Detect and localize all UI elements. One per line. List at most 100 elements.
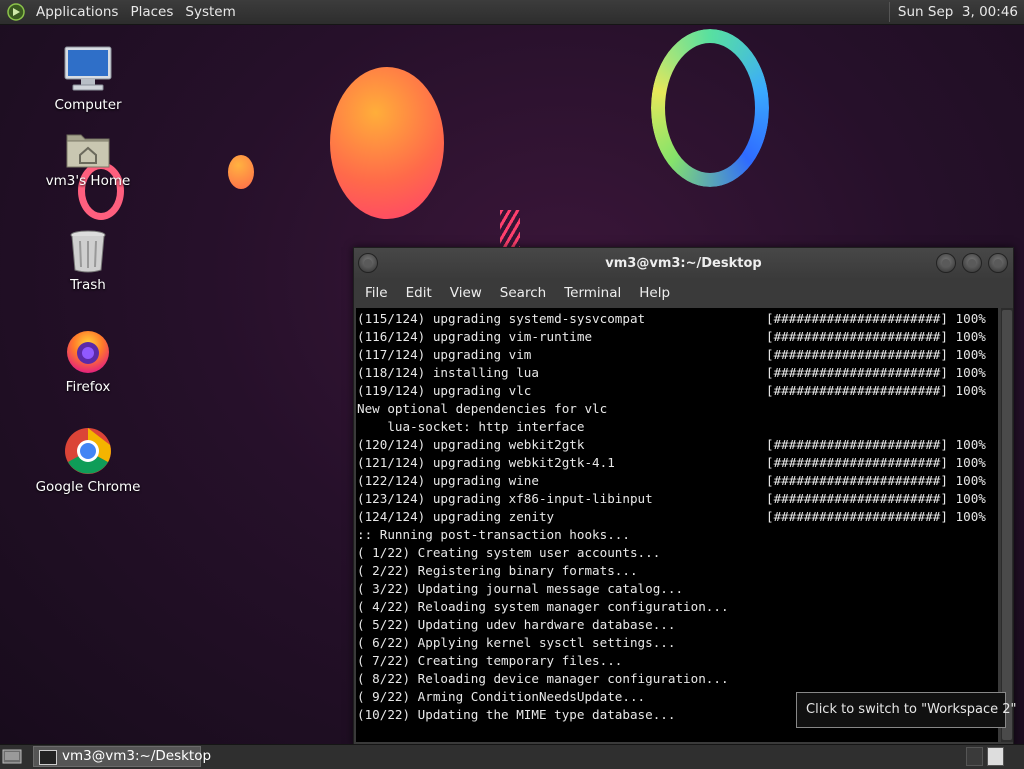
terminal-line-text: (10/22) Updating the MIME type database.…	[357, 707, 676, 722]
terminal-line-text: (118/124) installing lua	[357, 365, 539, 380]
wallpaper-orange-ellipse	[330, 67, 444, 219]
desktop-icon-computer[interactable]: Computer	[33, 45, 143, 113]
panel-separator	[888, 2, 890, 22]
terminal-line-progress: [######################] 100%	[766, 329, 986, 344]
menu-terminal[interactable]: Terminal	[555, 285, 630, 301]
terminal-line: (120/124) upgrading webkit2gtk [#########…	[357, 436, 998, 454]
terminal-line-text: (115/124) upgrading systemd-sysvcompat	[357, 311, 646, 326]
terminal-line: ( 2/22) Registering binary formats...	[357, 562, 998, 580]
computer-icon	[64, 46, 112, 91]
terminal-line-text: ( 4/22) Reloading system manager configu…	[357, 599, 729, 614]
terminal-line: (123/124) upgrading xf86-input-libinput […	[357, 490, 998, 508]
workspace-1-button[interactable]	[966, 747, 983, 766]
terminal-line: ( 8/22) Reloading device manager configu…	[357, 670, 998, 688]
terminal-line-text: ( 7/22) Creating temporary files...	[357, 653, 623, 668]
taskbar-item-label: vm3@vm3:~/Desktop	[62, 748, 212, 764]
terminal-line: ( 3/22) Updating journal message catalog…	[357, 580, 998, 598]
menu-view[interactable]: View	[441, 285, 491, 301]
terminal-line: lua-socket: http interface	[357, 418, 998, 436]
wallpaper-small-orange-ellipse	[228, 155, 254, 189]
terminal-line-progress: [######################] 100%	[766, 383, 986, 398]
mate-logo-icon[interactable]	[6, 3, 26, 21]
desktop-icon-trash[interactable]: Trash	[33, 229, 143, 293]
terminal-line-progress: [######################] 100%	[766, 347, 986, 362]
window-titlebar[interactable]: vm3@vm3:~/Desktop	[354, 248, 1013, 280]
menu-system[interactable]: System	[179, 0, 241, 24]
terminal-line: (119/124) upgrading vlc [################…	[357, 382, 998, 400]
clock[interactable]: Sun Sep 3, 00:46	[898, 4, 1018, 20]
home-folder-icon	[66, 134, 110, 168]
terminal-line: ( 6/22) Applying kernel sysctl settings.…	[357, 634, 998, 652]
terminal-line: (121/124) upgrading webkit2gtk-4.1 [#####…	[357, 454, 998, 472]
terminal-line-progress: [######################] 100%	[766, 455, 986, 470]
terminal-line-progress: [######################] 100%	[766, 365, 986, 380]
terminal-line: New optional dependencies for vlc	[357, 400, 998, 418]
terminal-line-text: ( 2/22) Registering binary formats...	[357, 563, 638, 578]
show-desktop-icon[interactable]	[2, 748, 22, 765]
terminal-line-text: (122/124) upgrading wine	[357, 473, 539, 488]
terminal-line-text: New optional dependencies for vlc	[357, 401, 608, 416]
wallpaper-gradient-ring	[651, 29, 769, 187]
top-panel: Applications Places System Sun Sep 3, 00…	[0, 0, 1024, 25]
terminal-line-text: ( 9/22) Arming ConditionNeedsUpdate...	[357, 689, 646, 704]
terminal-scrollbar[interactable]	[1001, 308, 1013, 742]
terminal-icon	[39, 750, 57, 765]
terminal-line: (116/124) upgrading vim-runtime [########…	[357, 328, 998, 346]
close-button[interactable]	[988, 253, 1008, 273]
desktop-icon-chrome[interactable]: Google Chrome	[33, 427, 143, 495]
terminal-line: ( 7/22) Creating temporary files...	[357, 652, 998, 670]
terminal-line: ( 5/22) Updating udev hardware database.…	[357, 616, 998, 634]
terminal-line-text: ( 8/22) Reloading device manager configu…	[357, 671, 729, 686]
firefox-icon	[67, 331, 109, 373]
terminal-output[interactable]: (115/124) upgrading systemd-sysvcompat [#…	[356, 308, 998, 742]
terminal-line: ( 1/22) Creating system user accounts...	[357, 544, 998, 562]
taskbar-item-terminal[interactable]: vm3@vm3:~/Desktop	[33, 746, 211, 767]
desktop-icon-home[interactable]: vm3's Home	[33, 129, 143, 189]
scrollbar-thumb[interactable]	[1002, 310, 1012, 740]
terminal-line-progress: [######################] 100%	[766, 509, 986, 524]
workspace-tooltip: Click to switch to "Workspace 2"	[796, 692, 1017, 728]
terminal-line-text: :: Running post-transaction hooks...	[357, 527, 630, 542]
terminal-line-progress: [######################] 100%	[766, 491, 986, 506]
terminal-line-text: ( 5/22) Updating udev hardware database.…	[357, 617, 676, 632]
chrome-icon	[65, 428, 111, 474]
terminal-line: (115/124) upgrading systemd-sysvcompat [#…	[357, 310, 998, 328]
terminal-line-text: (117/124) upgrading vim	[357, 347, 532, 362]
terminal-line-text: (124/124) upgrading zenity	[357, 509, 555, 524]
terminal-line-text: ( 3/22) Updating journal message catalog…	[357, 581, 684, 596]
terminal-line-progress: [######################] 100%	[766, 473, 986, 488]
menu-places[interactable]: Places	[124, 0, 179, 24]
workspace-2-button[interactable]	[987, 747, 1004, 766]
terminal-line-progress: [######################] 100%	[766, 437, 986, 452]
terminal-line-text: ( 1/22) Creating system user accounts...	[357, 545, 661, 560]
minimize-button[interactable]	[936, 253, 956, 273]
terminal-menubar: File Edit View Search Terminal Help	[354, 280, 1013, 306]
desktop-icon-label: Firefox	[65, 379, 111, 395]
desktop-icon-label: Computer	[54, 97, 122, 113]
menu-search[interactable]: Search	[491, 285, 555, 301]
desktop-icon-label: Trash	[70, 277, 106, 293]
menu-help[interactable]: Help	[630, 285, 679, 301]
terminal-line-text: (121/124) upgrading webkit2gtk-4.1	[357, 455, 615, 470]
terminal-line: (124/124) upgrading zenity [#############…	[357, 508, 998, 526]
terminal-window[interactable]: vm3@vm3:~/Desktop File Edit View Search …	[353, 247, 1014, 746]
menu-applications[interactable]: Applications	[30, 0, 124, 24]
trash-icon	[70, 230, 106, 273]
terminal-line: :: Running post-transaction hooks...	[357, 526, 998, 544]
menu-edit[interactable]: Edit	[397, 285, 441, 301]
terminal-line: (118/124) installing lua [###############…	[357, 364, 998, 382]
terminal-line-text: (123/124) upgrading xf86-input-libinput	[357, 491, 653, 506]
desktop-icon-label: Google Chrome	[35, 479, 141, 495]
terminal-line-text: lua-socket: http interface	[357, 419, 585, 434]
window-title: vm3@vm3:~/Desktop	[605, 256, 762, 271]
terminal-line-text: ( 6/22) Applying kernel sysctl settings.…	[357, 635, 676, 650]
terminal-line-text: (116/124) upgrading vim-runtime	[357, 329, 593, 344]
menu-file[interactable]: File	[356, 285, 397, 301]
terminal-line-progress: [######################] 100%	[766, 311, 986, 326]
maximize-button[interactable]	[962, 253, 982, 273]
terminal-line: ( 4/22) Reloading system manager configu…	[357, 598, 998, 616]
terminal-line-text: (120/124) upgrading webkit2gtk	[357, 437, 585, 452]
terminal-line: (117/124) upgrading vim [################…	[357, 346, 998, 364]
desktop-icon-firefox[interactable]: Firefox	[33, 327, 143, 395]
terminal-lines: (115/124) upgrading systemd-sysvcompat [#…	[356, 308, 998, 724]
